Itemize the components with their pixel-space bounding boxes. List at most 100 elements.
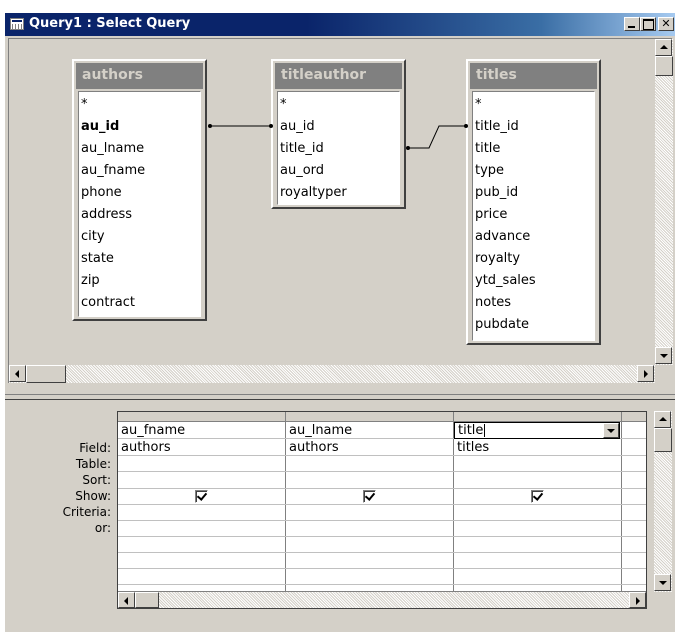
field-item[interactable]: au_id [280,116,399,138]
design-grid[interactable]: au_fname authors au_lname authors title … [117,411,647,609]
grid-table-cell[interactable]: titles [454,439,620,456]
field-list-titleauthor: * au_id title_id au_ord royaltyper [277,91,400,205]
design-grid-area: Field: Table: Sort: Show: Criteria: or: … [8,406,672,632]
row-label-or: or: [94,521,111,535]
table-titleauthor[interactable]: titleauthor * au_id title_id au_ord royaltyp… [271,59,406,209]
row-divider [118,568,646,569]
row-divider [118,552,646,553]
scroll-thumb-horizontal[interactable] [26,365,66,383]
table-title-titleauthor[interactable]: titleauthor [275,63,402,89]
table-title-titles[interactable]: titles [470,63,597,89]
grid-scroll-left-button[interactable] [118,592,135,608]
field-item[interactable]: price [475,204,594,226]
show-checkbox[interactable] [363,490,376,503]
grid-scroll-thumb-vertical[interactable] [654,428,672,452]
table-titles[interactable]: titles * title_id title type pub_id price adva… [466,59,601,345]
row-label-criteria: Criteria: [62,505,111,519]
table-pane[interactable]: authors * au_id au_lname au_fname phone addre… [8,38,673,383]
field-item[interactable]: royaltyper [280,182,399,204]
size-grip[interactable] [655,365,673,383]
field-item[interactable]: title_id [280,138,399,160]
field-item[interactable]: city [81,226,200,248]
grid-scroll-thumb[interactable] [135,592,159,608]
field-item[interactable]: notes [475,292,594,314]
show-checkbox[interactable] [195,490,208,503]
scroll-thumb[interactable] [655,56,673,76]
grid-field-value: title [458,423,484,438]
row-divider [118,520,646,521]
field-item[interactable]: address [81,204,200,226]
field-item[interactable]: royalty [475,248,594,270]
arrow-down-icon [659,581,667,585]
field-item[interactable]: ytd_sales [475,270,594,292]
row-divider [118,504,646,505]
chevron-down-icon [607,429,615,433]
scroll-up-button[interactable] [655,39,672,56]
table-pane-vertical-scrollbar[interactable] [655,39,673,365]
row-label-table: Table: [75,457,111,471]
text-caret [484,424,486,437]
grid-field-cell[interactable]: au_lname [286,422,452,439]
row-divider [118,584,646,585]
pane-splitter[interactable] [5,394,675,400]
field-item[interactable]: * [280,94,399,116]
field-item[interactable]: zip [81,270,200,292]
close-button[interactable]: ✕ [658,17,674,31]
minimize-button[interactable] [624,17,640,31]
scroll-left-button[interactable] [9,365,26,382]
grid-table-cell[interactable]: authors [118,439,284,456]
grid-scroll-down-button[interactable] [654,574,671,591]
field-item[interactable]: pubdate [475,314,594,336]
arrow-up-icon [660,45,668,49]
grid-scroll-up-button[interactable] [654,411,671,428]
grid-column-selectors[interactable] [118,412,646,422]
query-icon[interactable] [10,18,24,30]
arrow-left-icon [15,370,19,378]
field-item[interactable]: advance [475,226,594,248]
arrow-left-icon [124,597,128,605]
grid-field-cell[interactable]: au_fname [118,422,284,439]
column-divider[interactable] [621,412,622,608]
row-divider [118,488,646,489]
row-divider [118,536,646,537]
field-item[interactable]: pub_id [475,182,594,204]
grid-field-cell-active[interactable]: title [454,422,620,439]
table-title-authors[interactable]: authors [76,63,203,89]
scroll-right-button[interactable] [637,365,654,382]
field-item[interactable]: au_fname [81,160,200,182]
arrow-up-icon [659,417,667,421]
field-list-titles: * title_id title type pub_id price advance roya… [472,91,595,341]
field-item[interactable]: title [475,138,594,160]
field-list-authors: * au_id au_lname au_fname phone address city st… [78,91,201,317]
grid-vertical-scrollbar[interactable] [654,411,672,592]
field-item[interactable]: au_ord [280,160,399,182]
join-authors-titleauthor[interactable] [208,124,273,128]
field-item[interactable]: contract [81,292,200,314]
window-title: Query1 : Select Query [29,16,191,31]
arrow-down-icon [660,354,668,358]
scroll-down-button[interactable] [655,347,672,364]
row-label-show: Show: [75,489,111,503]
row-divider [118,471,646,472]
title-bar[interactable]: Query1 : Select Query ✕ [5,13,675,36]
join-titleauthor-titles[interactable] [406,124,468,150]
row-label-field: Field: [79,441,111,455]
grid-table-cell[interactable]: authors [286,439,452,456]
field-item[interactable]: title_id [475,116,594,138]
field-item[interactable]: state [81,248,200,270]
grid-horizontal-scrollbar[interactable] [118,591,646,608]
table-authors[interactable]: authors * au_id au_lname au_fname phone addre… [72,59,207,321]
field-item[interactable]: * [81,94,200,116]
grid-scroll-right-button[interactable] [629,592,646,608]
show-checkbox[interactable] [531,490,544,503]
field-item[interactable]: phone [81,182,200,204]
query-window: Query1 : Select Query ✕ authors * au_id au… [5,13,675,632]
field-item[interactable]: type [475,160,594,182]
maximize-button[interactable] [640,17,656,31]
field-item[interactable]: au_id [81,116,200,138]
field-dropdown-button[interactable] [603,423,619,438]
field-item[interactable]: au_lname [81,138,200,160]
arrow-right-icon [636,597,640,605]
field-item[interactable]: * [475,94,594,116]
table-pane-horizontal-scrollbar[interactable] [9,365,655,383]
